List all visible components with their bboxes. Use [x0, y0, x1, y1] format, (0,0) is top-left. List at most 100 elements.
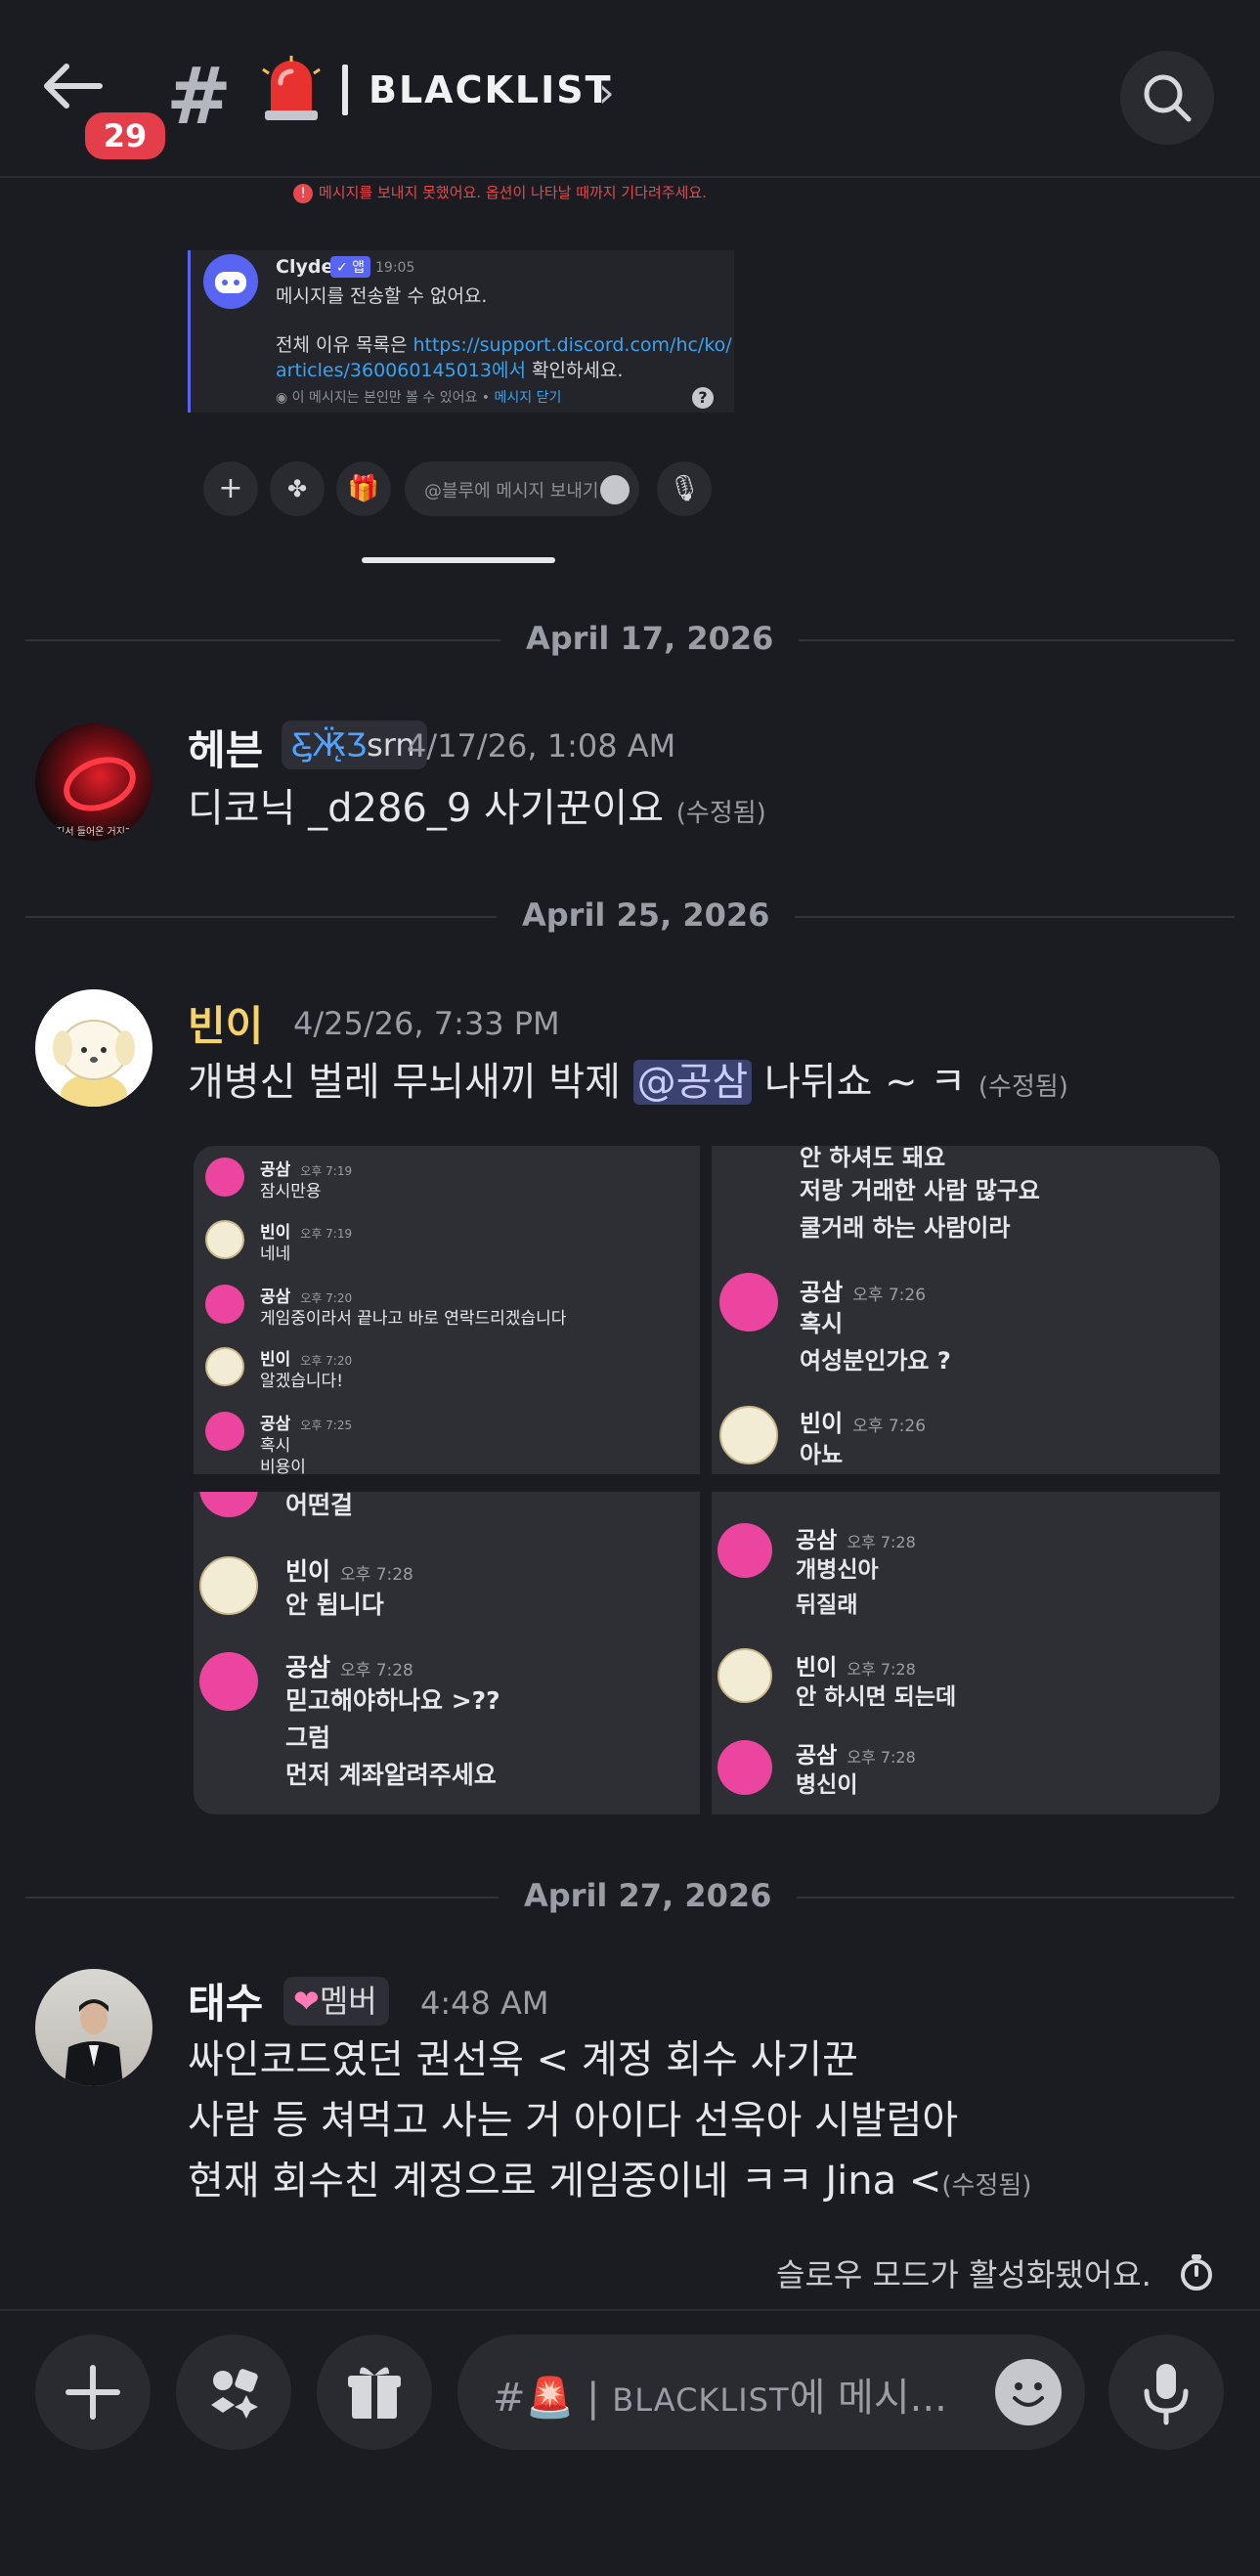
user-mention[interactable]: @공삼	[632, 1060, 753, 1105]
shot-time: 오후 7:26	[852, 1417, 927, 1436]
puppy-avatar	[205, 1347, 244, 1386]
discord-avatar	[205, 1412, 244, 1451]
clyde-time: 19:05	[375, 260, 415, 276]
shot-text: 안 됩니다	[285, 1591, 384, 1619]
shot-time: 오후 7:20	[300, 1291, 353, 1305]
shot-text: 잠시만용	[260, 1182, 322, 1201]
footer-text: 이 메시지는 본인만 볼 수 있어요 •	[291, 390, 491, 406]
date-label: April 17, 2026	[500, 620, 800, 657]
apps-button[interactable]	[176, 2335, 291, 2450]
emoji-button[interactable]	[995, 2359, 1062, 2425]
search-icon	[1144, 74, 1192, 122]
image-attachment[interactable]: 공삼 오후 7:28 개병신아 뒤질래 빈이 오후 7:28 안 하시면 되는데 공…	[712, 1492, 1220, 1814]
shot-name: 공삼	[285, 1653, 331, 1681]
shot-username: 공삼 오후 7:28	[796, 1521, 916, 1554]
embedded-placeholder: @블루에 메시지 보내기	[424, 481, 599, 502]
username[interactable]: 태수	[188, 1971, 263, 2030]
image-attachment[interactable]: 안 하셔도 돼요 저랑 거래한 사람 많구요 쿨거래 하는 사람이라 공삼 오후 …	[712, 1146, 1220, 1474]
channel-separator	[342, 65, 348, 115]
shot-time: 오후 7:25	[300, 1419, 353, 1432]
help-icon[interactable]: ?	[692, 387, 714, 409]
placeholder-hash: #	[493, 2376, 526, 2421]
discord-avatar	[205, 1285, 244, 1324]
discord-avatar	[719, 1273, 778, 1332]
shot-name: 빈이	[285, 1557, 331, 1586]
message-text: 디코닉 _d286_9 사기꾼이요 (수정됨)	[188, 778, 766, 844]
embedded-message-input: @블루에 메시지 보내기	[405, 461, 639, 516]
microphone-icon	[1144, 2364, 1189, 2425]
message-text-line: 현재 회수친 계정으로 게임중이네 ㅋㅋ Jina <(수정됨)	[188, 2151, 1031, 2216]
embedded-composer: + ✤ 🎁 @블루에 메시지 보내기 🎙	[188, 452, 731, 530]
discord-avatar	[199, 1652, 258, 1711]
apps-icon	[211, 2369, 258, 2419]
shot-text: 여성분인가요 ?	[800, 1347, 951, 1375]
voice-message-button[interactable]	[1108, 2335, 1224, 2450]
add-attachment-button[interactable]	[35, 2335, 151, 2450]
clyde-name: Clyde	[276, 256, 334, 278]
username[interactable]: 헤븐	[188, 718, 263, 777]
shot-name: 빈이	[800, 1410, 844, 1437]
discord-avatar	[199, 1492, 258, 1517]
person-avatar-art	[65, 1999, 123, 2086]
role-label: 멤버	[319, 1983, 377, 2020]
clyde-text: 전체 이유 목록은	[276, 334, 413, 356]
eye-icon: ◉	[276, 390, 292, 406]
shot-time: 오후 7:28	[847, 1660, 916, 1679]
shot-time: 오후 7:19	[300, 1227, 353, 1241]
shot-text: 안 하셔도 돼요	[800, 1146, 946, 1171]
channel-name[interactable]: BLACKLIST	[369, 68, 613, 111]
shot-time: 오후 7:19	[300, 1164, 353, 1178]
support-link[interactable]: articles/360060145013에서	[276, 360, 526, 381]
support-link[interactable]: https://support.discord.com/hc/ko/	[413, 334, 731, 356]
shot-username: 공삼 오후 7:28	[285, 1648, 413, 1683]
app-badge: ✓ 앱	[330, 256, 371, 278]
plus-icon: +	[203, 461, 258, 516]
image-attachment[interactable]: 어떤걸 빈이 오후 7:28 안 됩니다 공삼 오후 7:28 믿고해야하나요 >?…	[194, 1492, 700, 1814]
stopwatch-icon	[1179, 2252, 1214, 2292]
placeholder-suffix: 에 메시...	[789, 2376, 947, 2421]
home-indicator	[362, 557, 555, 563]
clyde-text-line: 전체 이유 목록은 https://support.discord.com/hc…	[276, 330, 732, 357]
chevron-right-icon[interactable]: ›	[598, 68, 615, 116]
gift-icon	[348, 2367, 401, 2419]
shot-username: 빈이 오후 7:28	[285, 1552, 413, 1588]
puppy-avatar-art	[53, 1020, 135, 1107]
username[interactable]: 빈이	[188, 993, 263, 1053]
shot-text: 게임중이라서 끝나고 바로 연락드리겠습니다	[260, 1309, 567, 1329]
user-avatar[interactable]: 아지서 들어온 거지?	[35, 723, 152, 841]
shot-text: 믿고해야하나요 >??	[285, 1686, 500, 1715]
role-tag: Ƹ̵̡Ӝ̵̨̄Ʒsrn	[282, 720, 427, 769]
edited-label: (수정됨)	[941, 2171, 1032, 2201]
puppy-avatar	[719, 1406, 778, 1464]
timestamp: 4/17/26, 1:08 AM	[407, 727, 676, 764]
timestamp: 4/25/26, 7:33 PM	[293, 1005, 560, 1042]
dismiss-link[interactable]: 메시지 닫기	[495, 390, 562, 406]
shot-text: 그럼	[285, 1724, 331, 1752]
shot-time: 오후 7:20	[300, 1354, 353, 1368]
gift-button[interactable]	[317, 2335, 432, 2450]
message-content: 나뒤쇼 ~ ㅋ	[752, 1060, 967, 1105]
hash-icon: #	[166, 51, 233, 142]
clyde-avatar	[203, 254, 258, 309]
user-avatar[interactable]	[35, 1969, 152, 2086]
puppy-avatar	[199, 1556, 258, 1615]
send-error-notice: ! 메시지를 보내지 못했어요. 옵션이 나타날 때까지 기다려주세요.	[293, 182, 707, 203]
plus-icon	[65, 2365, 120, 2420]
shot-username: 공삼 오후 7:26	[800, 1273, 926, 1307]
message-content: 현재 회수친 계정으로 게임중이네 ㅋㅋ Jina <	[188, 2159, 942, 2204]
user-avatar[interactable]	[35, 989, 152, 1107]
discord-avatar	[717, 1740, 772, 1795]
siren-icon: 🚨	[525, 2376, 575, 2421]
clyde-text: 확인하세요.	[525, 360, 624, 381]
shot-name: 공삼	[800, 1279, 844, 1306]
discord-avatar	[717, 1523, 772, 1578]
image-attachment[interactable]: 공삼 오후 7:19 잠시만용 빈이 오후 7:19 네네 공삼 오후 7:20 게임…	[194, 1146, 700, 1474]
arrow-left-icon	[44, 64, 103, 109]
shot-text: 병신이	[796, 1772, 858, 1798]
search-button[interactable]	[1120, 51, 1214, 145]
siren-icon	[259, 54, 324, 122]
mic-icon: 🎙	[657, 461, 712, 516]
shot-text: 알겠습니다!	[260, 1372, 344, 1391]
timestamp: 4:48 AM	[420, 1985, 549, 2022]
shot-username: 공삼 오후 7:28	[796, 1736, 916, 1769]
